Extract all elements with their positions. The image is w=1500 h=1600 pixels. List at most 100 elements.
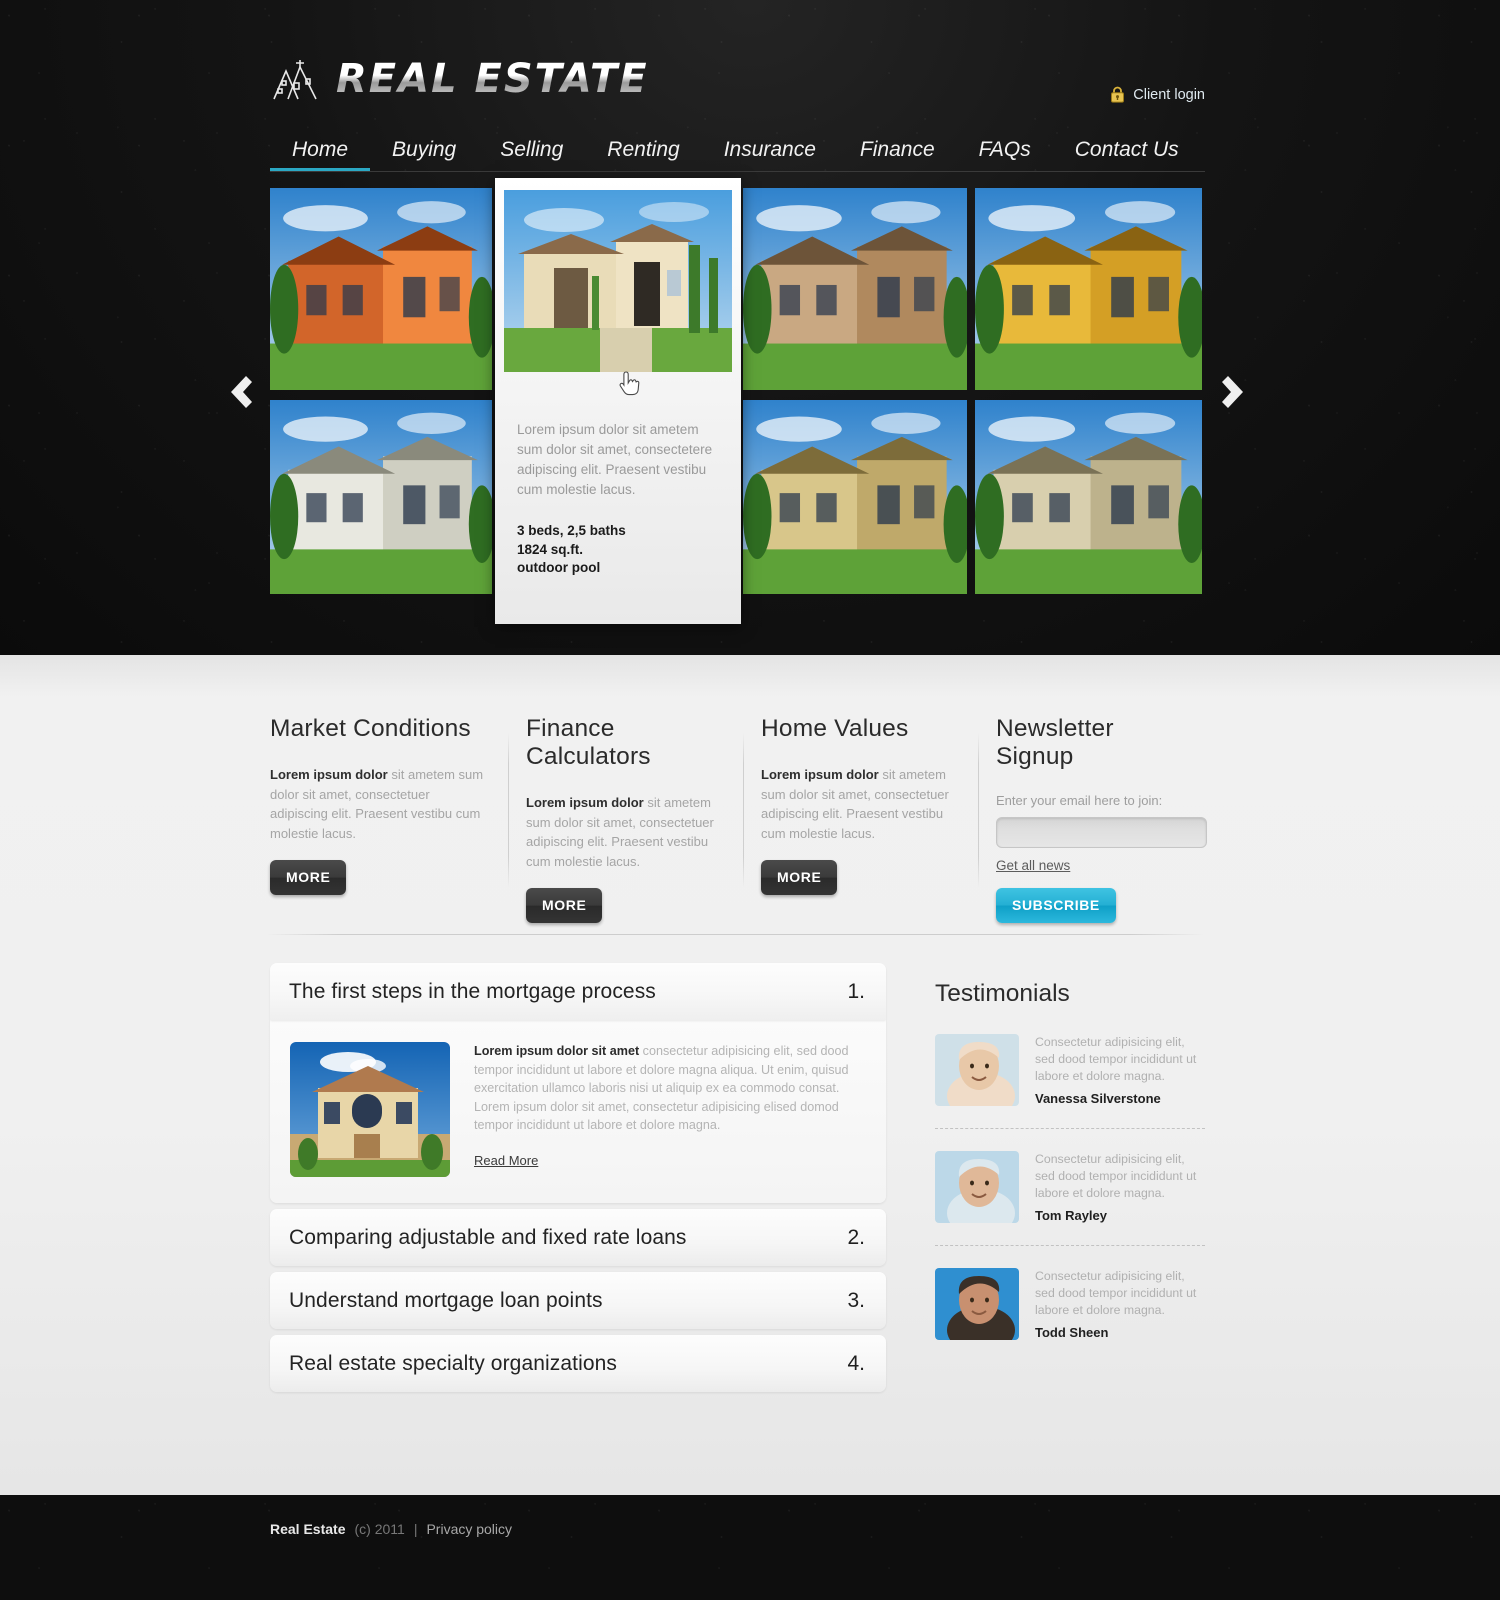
site-logo[interactable]: Real Estate <box>270 55 649 103</box>
property-photo-illustration <box>975 400 1202 594</box>
column-divider <box>743 733 744 888</box>
accordion-item-title: Comparing adjustable and fixed rate loan… <box>289 1225 687 1249</box>
popup-spec-line: 1824 sq.ft. <box>517 541 584 557</box>
accordion-number: 1. <box>847 979 865 1003</box>
portrait-photo-illustration <box>935 1034 1019 1106</box>
property-photo-illustration <box>975 188 1202 390</box>
accordion-item[interactable]: Comparing adjustable and fixed rate loan… <box>270 1209 886 1266</box>
popup-spec-line: outdoor pool <box>517 560 601 575</box>
gallery-tile[interactable] <box>743 400 967 594</box>
property-photo-illustration <box>743 400 967 594</box>
client-login-label: Client login <box>1133 86 1205 103</box>
column-newsletter-signup: Newsletter Signup Enter your email here … <box>978 715 1207 923</box>
newsletter-label: Enter your email here to join: <box>996 793 1163 808</box>
site-footer: Real Estate (c) 2011 | Privacy policy <box>0 1495 1500 1600</box>
subscribe-button[interactable]: SUBSCRIBE <box>996 888 1116 923</box>
popup-spec-line: 3 beds, 2,5 baths <box>517 523 626 538</box>
accordion-panel: Lorem ipsum dolor sit amet consectetur a… <box>270 1020 886 1203</box>
testimonial-item: Consectetur adipisicing elit, sed dood t… <box>935 1034 1205 1128</box>
accordion-lead: Lorem ipsum dolor sit amet <box>474 1044 640 1058</box>
column-market-conditions: Market Conditions Lorem ipsum dolor sit … <box>270 715 508 920</box>
column-lead: Lorem ipsum dolor <box>761 767 879 782</box>
popup-property-photo <box>504 190 732 372</box>
footer-privacy-link[interactable]: Privacy policy <box>426 1521 512 1537</box>
accordion-item-title: Understand mortgage loan points <box>289 1288 603 1312</box>
column-title: Market Conditions <box>270 715 471 742</box>
column-title: Home Values <box>761 715 909 742</box>
gallery-tile[interactable] <box>975 188 1202 390</box>
testimonials-section: Testimonials Consectetur adipisicing eli… <box>935 980 1205 1362</box>
testimonial-quote: Consectetur adipisicing elit, sed dood t… <box>1035 1269 1197 1317</box>
column-finance-calculators: Finance Calculators Lorem ipsum dolor si… <box>508 715 743 923</box>
property-photo-illustration <box>743 188 967 390</box>
footer-copyright: (c) 2011 <box>354 1521 405 1537</box>
nav-item-finance[interactable]: Finance <box>838 133 957 167</box>
accordion-header-open[interactable]: The first steps in the mortgage process … <box>270 963 886 1020</box>
column-home-values: Home Values Lorem ipsum dolor sit ametem… <box>743 715 978 920</box>
nav-item-contact-us[interactable]: Contact Us <box>1053 133 1201 167</box>
accordion-item[interactable]: Real estate specialty organizations 4. <box>270 1335 886 1392</box>
newsletter-email-input[interactable] <box>996 817 1207 848</box>
main-navigation[interactable]: Home Buying Selling Renting Insurance Finance… <box>270 133 1205 172</box>
property-photo-illustration <box>270 188 492 390</box>
slider-next-button[interactable] <box>1218 372 1252 412</box>
footer-content: Real Estate (c) 2011 | Privacy policy <box>270 1521 512 1537</box>
accordion-text: Lorem ipsum dolor sit amet consectetur a… <box>474 1042 862 1177</box>
property-photo-illustration <box>270 400 492 594</box>
column-divider <box>978 733 979 888</box>
nav-item-selling[interactable]: Selling <box>478 133 585 167</box>
pointing-hand-cursor-icon <box>619 371 640 396</box>
accordion-paragraph: Lorem ipsum dolor sit amet consectetur a… <box>474 1042 862 1135</box>
accordion-title: The first steps in the mortgage process <box>289 979 656 1003</box>
gallery-tile[interactable] <box>270 188 492 390</box>
site-logo-text: Real Estate <box>336 56 649 102</box>
accordion-item-number: 3. <box>847 1288 865 1312</box>
footer-separator: | <box>413 1521 418 1537</box>
column-title: Finance Calculators <box>526 715 651 770</box>
villa-photo-illustration <box>290 1042 450 1177</box>
popup-body: Lorem ipsum dolor sit ametem sum dolor s… <box>517 420 722 578</box>
page-root: Real Estate Client login Home Buying Selli… <box>0 0 1500 1600</box>
accordion-item[interactable]: Understand mortgage loan points 3. <box>270 1272 886 1329</box>
nav-item-insurance[interactable]: Insurance <box>702 133 838 167</box>
testimonial-body: Consectetur adipisicing elit, sed dood t… <box>1035 1151 1205 1223</box>
testimonial-avatar <box>935 1151 1019 1223</box>
testimonial-item: Consectetur adipisicing elit, sed dood t… <box>935 1128 1205 1245</box>
slider-prev-button[interactable] <box>222 372 256 412</box>
section-divider <box>265 934 1205 935</box>
property-detail-popup[interactable]: Lorem ipsum dolor sit ametem sum dolor s… <box>495 178 741 624</box>
footer-noise-texture <box>0 1495 1500 1600</box>
more-button-finance-calculators[interactable]: MORE <box>526 888 603 923</box>
testimonial-avatar <box>935 1034 1019 1106</box>
footer-brand: Real Estate <box>270 1521 346 1537</box>
read-more-link[interactable]: Read More <box>474 1153 538 1168</box>
accordion-item-title: Real estate specialty organizations <box>289 1351 618 1375</box>
get-all-news-link[interactable]: Get all news <box>996 858 1070 873</box>
nav-item-buying[interactable]: Buying <box>370 133 478 167</box>
chevron-right-icon <box>1222 376 1243 408</box>
testimonial-item: Consectetur adipisicing elit, sed dood t… <box>935 1245 1205 1362</box>
portrait-photo-illustration <box>935 1268 1019 1340</box>
nav-item-renting[interactable]: Renting <box>585 133 701 167</box>
column-divider <box>508 733 509 888</box>
feature-columns: Market Conditions Lorem ipsum dolor sit … <box>270 715 1207 923</box>
gallery-tile[interactable] <box>975 400 1202 594</box>
more-button-home-values[interactable]: MORE <box>761 860 838 895</box>
nav-item-home[interactable]: Home <box>270 133 371 171</box>
testimonial-body: Consectetur adipisicing elit, sed dood t… <box>1035 1268 1205 1340</box>
column-text: Lorem ipsum dolor sit ametem sum dolor s… <box>761 765 954 843</box>
nav-item-faqs[interactable]: FAQs <box>957 133 1053 167</box>
portrait-photo-illustration <box>935 1151 1019 1223</box>
testimonial-name: Tom Rayley <box>1035 1208 1108 1223</box>
testimonial-quote: Consectetur adipisicing elit, sed dood t… <box>1035 1152 1197 1200</box>
client-login-link[interactable]: Client login <box>1110 86 1205 103</box>
gallery-tile[interactable] <box>743 188 967 390</box>
mortgage-accordion: The first steps in the mortgage process … <box>270 963 886 1392</box>
testimonial-avatar <box>935 1268 1019 1340</box>
gallery-tile[interactable] <box>270 400 492 594</box>
more-button-market-conditions[interactable]: MORE <box>270 860 347 895</box>
testimonial-body: Consectetur adipisicing elit, sed dood t… <box>1035 1034 1205 1106</box>
newsletter-title: Newsletter Signup <box>996 715 1114 770</box>
column-lead: Lorem ipsum dolor <box>526 795 644 810</box>
popup-specs: 3 beds, 2,5 baths 1824 sq.ft. outdoor pool <box>517 522 722 578</box>
